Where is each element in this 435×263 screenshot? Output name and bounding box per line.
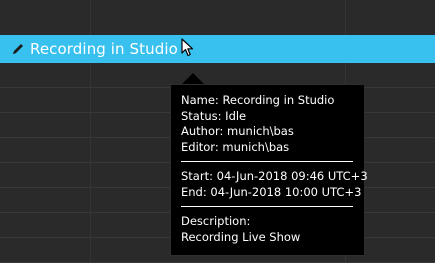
timeline-row — [0, 11, 435, 36]
tooltip-author: Author: munich\bas — [181, 124, 294, 138]
pencil-icon — [10, 41, 26, 57]
tooltip-end: End: 04-Jun-2018 10:00 UTC+3 — [181, 184, 362, 199]
tooltip-description-value: Recording Live Show — [181, 229, 301, 244]
tooltip-status: Status: Idle — [181, 108, 247, 123]
tooltip-editor: Editor: munich\bas — [181, 139, 290, 154]
tooltip-separator — [181, 161, 353, 162]
event-title: Recording in Studio — [30, 40, 178, 58]
tooltip-separator — [181, 206, 353, 207]
event-tooltip: Name: Recording in Studio Status: Idle A… — [170, 84, 368, 256]
mouse-cursor-icon — [181, 38, 194, 57]
event-item-recording[interactable]: Recording in Studio — [0, 35, 435, 63]
tooltip-description-label: Description: — [181, 214, 251, 228]
tooltip-arrow — [182, 73, 204, 84]
tooltip-start: Start: 04-Jun-2018 09:46 UTC+3 — [181, 169, 368, 183]
tooltip-name: Name: Recording in Studio — [181, 93, 335, 107]
